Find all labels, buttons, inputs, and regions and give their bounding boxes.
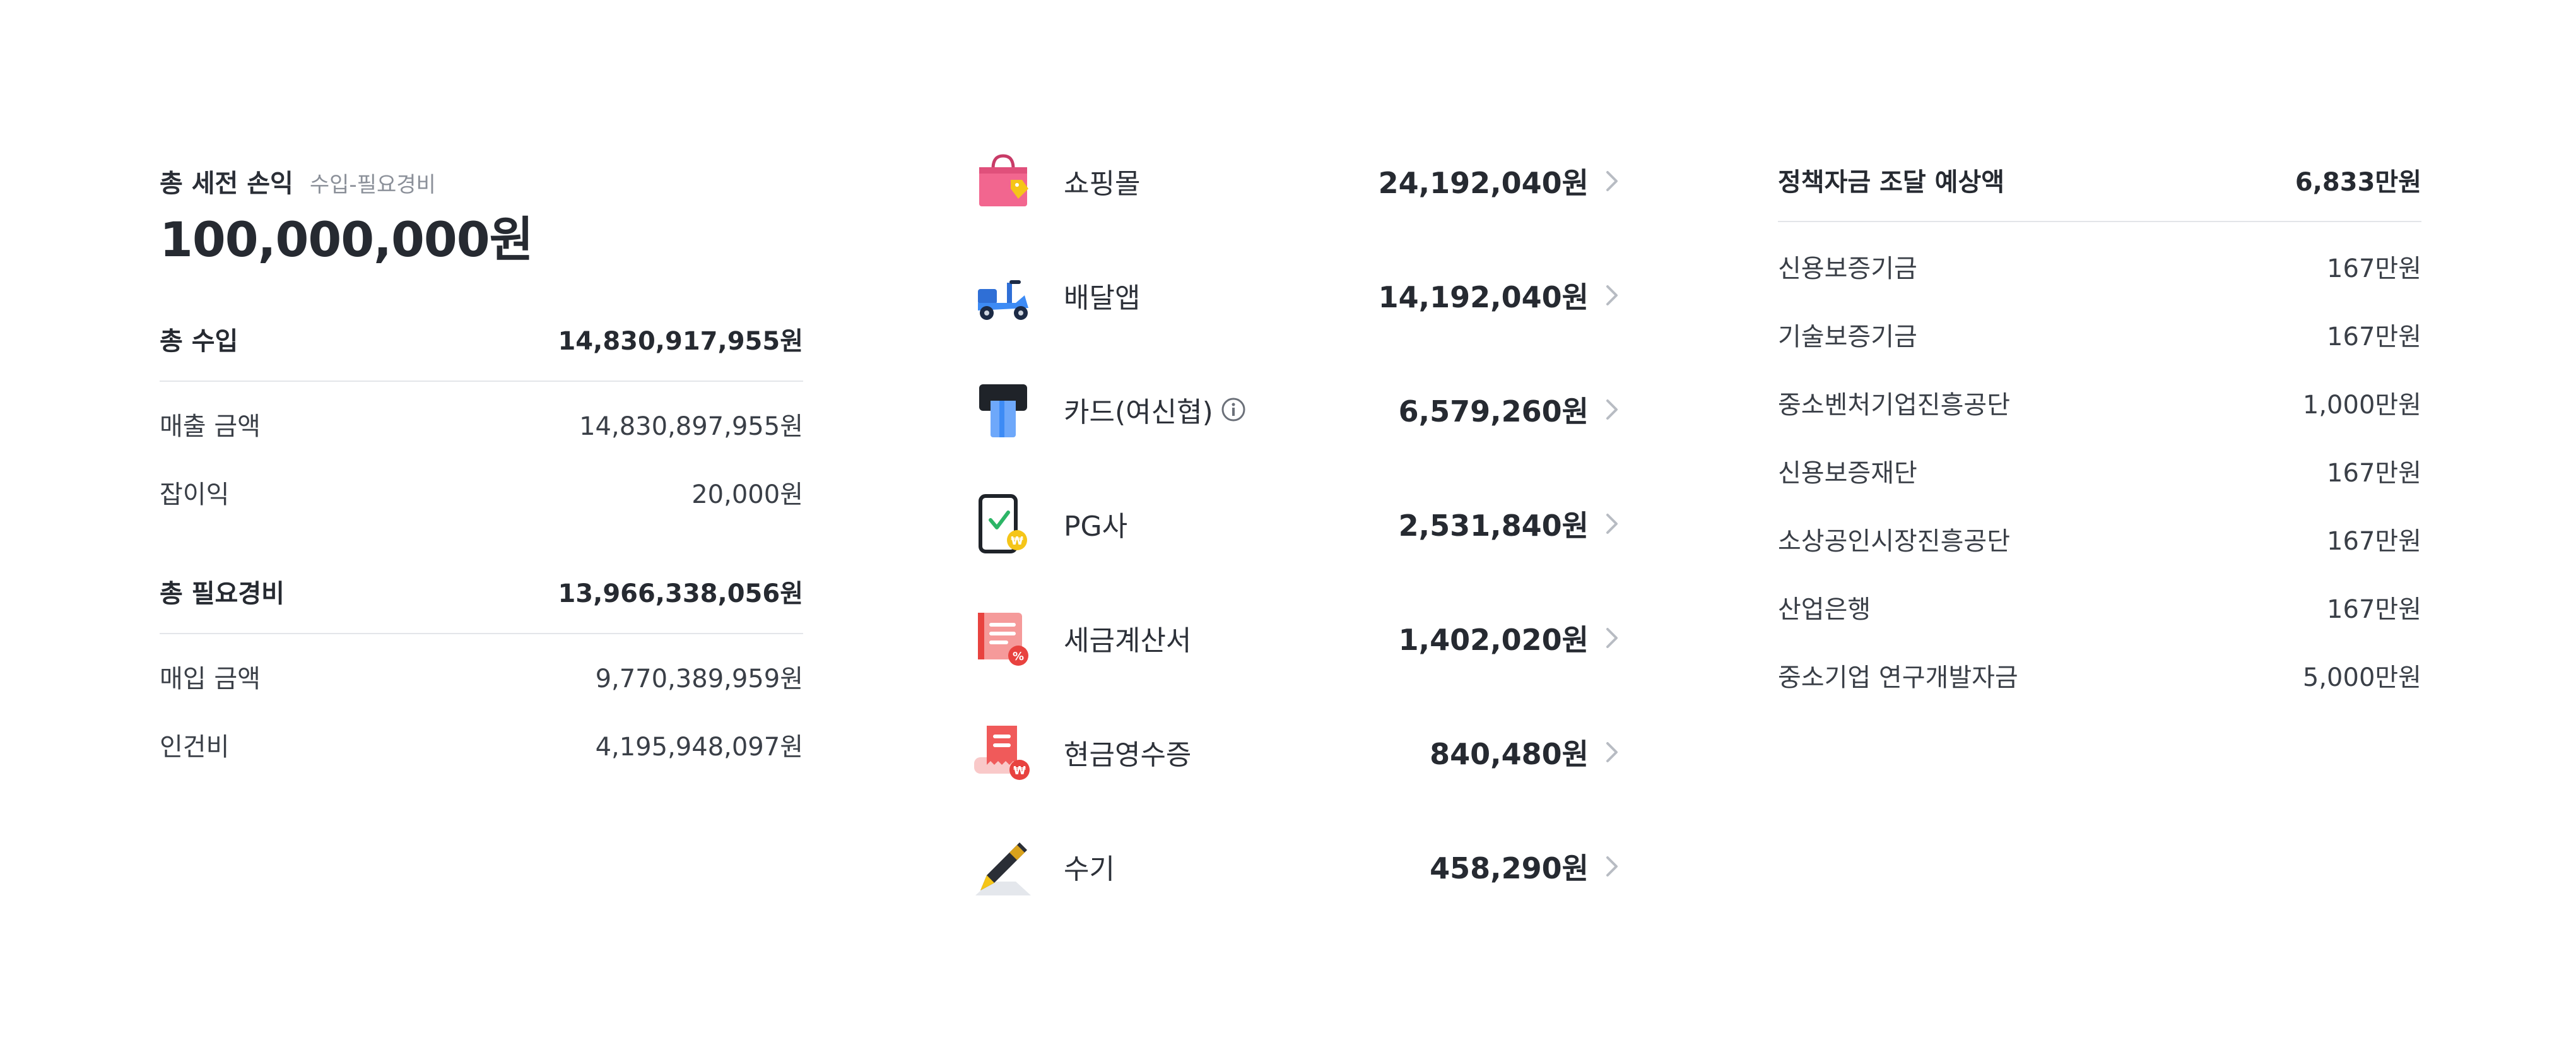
channel-row-manual[interactable]: 수기 458,290원 [972,832,1621,901]
chevron-right-icon [1603,168,1621,194]
policy-fund-label: 기술보증기금 [1778,322,1917,351]
policy-fund-amount: 167만원 [2327,254,2421,283]
policy-fund-row: 중소벤처기업진흥공단 1,000만원 [1778,384,2421,421]
chevron-right-icon [1603,283,1621,308]
policy-fund-row: 신용보증재단 167만원 [1778,452,2421,489]
pen-icon [972,835,1035,898]
channel-label: 배달앱 [1064,282,1141,314]
channel-amount: 840,480원 [1430,737,1589,771]
mobile-payment-icon: ₩ [972,492,1035,555]
svg-text:₩: ₩ [1011,534,1023,548]
chevron-right-icon [1603,511,1621,536]
expense-item-row: 인건비 4,195,948,097원 [160,726,803,763]
profit-loss-amount: 100,000,000원 [160,211,534,268]
chevron-right-icon [1603,854,1621,879]
chevron-right-icon [1603,625,1621,651]
channel-amount: 14,192,040원 [1378,280,1589,314]
delivery-scooter-icon [972,264,1035,327]
profit-loss-subtitle: 수입-필요경비 [309,172,436,198]
policy-fund-header: 정책자금 조달 예상액 6,833만원 [1778,162,2421,198]
channel-row-delivery-app[interactable]: 배달앱 14,192,040원 [972,261,1621,330]
channel-row-pg[interactable]: ₩ PG사 2,531,840원 [972,489,1621,558]
income-item-label: 잡이익 [160,480,230,509]
policy-fund-amount: 167만원 [2327,527,2421,556]
policy-fund-amount: 1,000만원 [2302,391,2421,420]
channel-row-card[interactable]: 카드(여신협) 6,579,260원 [972,375,1621,444]
channel-amount: 24,192,040원 [1378,166,1589,200]
policy-fund-divider [1778,221,2421,222]
channel-label: 세금계산서 [1064,625,1192,657]
policy-fund-total: 6,833만원 [2295,168,2421,197]
cash-receipt-icon: ₩ [972,721,1035,784]
expense-item-amount: 4,195,948,097원 [595,733,803,762]
policy-fund-row: 산업은행 167만원 [1778,589,2421,625]
channel-amount: 458,290원 [1430,851,1589,885]
svg-text:%: % [1013,650,1024,663]
policy-fund-amount: 167만원 [2327,459,2421,488]
channel-amount: 1,402,020원 [1398,623,1589,657]
total-income-label: 총 수입 [160,327,238,356]
total-expense-row: 총 필요경비 13,966,338,056원 [160,573,803,610]
channel-label: 카드(여신협) [1064,396,1213,428]
income-item-amount: 20,000원 [691,480,803,509]
policy-fund-amount: 5,000만원 [2302,663,2421,692]
policy-fund-amount: 167만원 [2327,322,2421,351]
channel-amount: 6,579,260원 [1398,394,1589,428]
profit-loss-header: 총 세전 손익 수입-필요경비 [160,163,436,199]
chevron-right-icon [1603,740,1621,765]
policy-fund-row: 중소기업 연구개발자금 5,000만원 [1778,657,2421,694]
policy-fund-amount: 167만원 [2327,595,2421,624]
channel-row-tax-invoice[interactable]: % 세금계산서 1,402,020원 [972,603,1621,673]
channel-label: PG사 [1064,511,1128,543]
shopping-bag-icon [972,150,1035,213]
policy-fund-label: 중소벤처기업진흥공단 [1778,391,2010,420]
card-terminal-icon [972,378,1035,441]
policy-fund-row: 신용보증기금 167만원 [1778,248,2421,285]
income-item-row: 매출 금액 14,830,897,955원 [160,406,803,442]
income-item-label: 매출 금액 [160,412,261,441]
total-income-row: 총 수입 14,830,917,955원 [160,321,803,357]
channel-label: 쇼핑몰 [1064,168,1141,200]
expense-item-row: 매입 금액 9,770,389,959원 [160,658,803,695]
income-item-amount: 14,830,897,955원 [579,412,803,441]
income-divider [160,381,803,382]
svg-text:₩: ₩ [1013,764,1026,777]
policy-fund-label: 신용보증재단 [1778,459,1917,488]
policy-fund-row: 기술보증기금 167만원 [1778,316,2421,353]
policy-fund-title: 정책자금 조달 예상액 [1778,168,2005,197]
policy-fund-row: 소상공인시장진흥공단 167만원 [1778,521,2421,557]
policy-fund-label: 소상공인시장진흥공단 [1778,527,2010,556]
channel-amount: 2,531,840원 [1398,509,1589,543]
expense-divider [160,633,803,634]
income-item-row: 잡이익 20,000원 [160,474,803,511]
policy-fund-label: 중소기업 연구개발자금 [1778,663,2018,692]
expense-item-amount: 9,770,389,959원 [595,664,803,694]
total-income-amount: 14,830,917,955원 [558,327,803,356]
policy-fund-label: 산업은행 [1778,595,1871,624]
total-expense-amount: 13,966,338,056원 [558,579,803,608]
tax-invoice-icon: % [972,606,1035,670]
channel-row-cash-receipt[interactable]: ₩ 현금영수증 840,480원 [972,717,1621,787]
profit-loss-title: 총 세전 손익 [160,169,293,198]
policy-fund-label: 신용보증기금 [1778,254,1917,283]
channel-row-shopping-mall[interactable]: 쇼핑몰 24,192,040원 [972,146,1621,216]
expense-item-label: 매입 금액 [160,664,261,694]
channel-label: 수기 [1064,853,1115,885]
total-expense-label: 총 필요경비 [160,579,285,608]
chevron-right-icon [1603,397,1621,422]
info-icon[interactable] [1221,397,1246,422]
channel-label: 현금영수증 [1064,739,1192,771]
expense-item-label: 인건비 [160,733,230,762]
